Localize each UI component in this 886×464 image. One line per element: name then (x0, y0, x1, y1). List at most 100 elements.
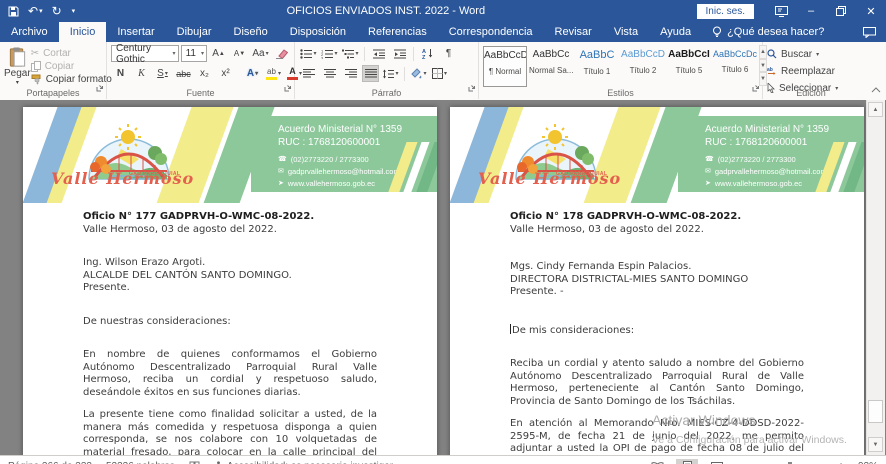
tab-disposicion[interactable]: Disposición (279, 22, 357, 42)
style-titulo-2[interactable]: AaBbCcD Título 2 (621, 46, 665, 87)
tab-inicio[interactable]: Inicio (59, 22, 107, 42)
clipboard-dialog-launcher[interactable] (96, 79, 104, 97)
multilevel-list-button[interactable]: ▾ (341, 45, 360, 62)
undo-dropdown-icon[interactable]: ▾ (39, 8, 43, 15)
line-spacing-button[interactable]: ▾ (381, 65, 400, 82)
change-case-button[interactable]: Aa▾ (251, 45, 270, 62)
shading-button[interactable]: ▾ (409, 65, 428, 82)
letter-paragraph: La presente tiene como finalidad solicit… (83, 409, 377, 455)
recipient-name: Mgs. Cindy Fernanda Espin Palacios. (510, 261, 804, 274)
recipient-salutation: Presente. (83, 282, 377, 295)
copy-button[interactable]: Copiar (31, 60, 112, 72)
text-cursor (510, 324, 511, 334)
document-page-1[interactable]: Acuerdo Ministerial N° 1359 RUC : 176812… (23, 107, 437, 455)
sign-in-button[interactable]: Inic. ses. (697, 4, 754, 19)
underline-button[interactable]: S▾ (153, 65, 172, 82)
align-center-button[interactable] (320, 65, 339, 82)
text-effects-button[interactable]: A▾ (243, 65, 262, 82)
scroll-up-button[interactable]: ▲ (868, 102, 883, 117)
sort-button[interactable]: AZ (418, 45, 437, 62)
scrollbar-thumb[interactable] (868, 400, 883, 423)
collapse-ribbon-button[interactable] (871, 80, 881, 98)
font-family-value: Century Gothic (116, 43, 173, 65)
bold-button[interactable]: N (111, 65, 130, 82)
replace-label: Reemplazar (781, 66, 835, 77)
document-page-2[interactable]: Acuerdo Ministerial N° 1359 RUC : 176812… (450, 107, 864, 455)
letter-body[interactable]: Oficio N° 177 GADPRVH-O-WMC-08-2022. Val… (23, 203, 437, 455)
copy-icon (31, 61, 41, 72)
ribbon-display-options-button[interactable] (766, 0, 796, 22)
scroll-down-button[interactable]: ▼ (868, 437, 883, 452)
tell-me-box[interactable]: ¿Qué desea hacer? (702, 22, 834, 42)
align-right-button[interactable] (341, 65, 360, 82)
close-button[interactable]: ✕ (856, 0, 886, 22)
change-case-label: Aa (252, 48, 264, 59)
font-family-combo[interactable]: Century Gothic▾ (111, 45, 179, 62)
strikethrough-button[interactable]: abc (174, 65, 193, 82)
letter-body[interactable]: Oficio N° 178 GADPRVH-O-WMC-08-2022. Val… (450, 203, 864, 455)
line-spacing-icon (382, 69, 394, 79)
borders-button[interactable]: ▾ (430, 65, 449, 82)
group-editing: Buscar▾ ab Reemplazar Seleccionar▾ Edici… (763, 42, 859, 99)
paragraph-dialog-launcher[interactable] (468, 79, 476, 97)
font-size-combo[interactable]: 11▾ (181, 45, 207, 62)
redo-button[interactable]: ↻ (52, 5, 62, 17)
undo-button[interactable]: ↶▾ (28, 5, 43, 17)
grow-font-button[interactable]: A▲ (209, 45, 228, 62)
minimize-button[interactable]: – (796, 0, 826, 22)
highlight-color-button[interactable]: ab▾ (264, 65, 283, 82)
group-font: Century Gothic▾ 11▾ A▲ A▼ Aa▾ N K S▾ abc… (107, 42, 295, 99)
italic-button[interactable]: K (132, 65, 151, 82)
font-dialog-launcher[interactable] (284, 79, 292, 97)
tab-vista[interactable]: Vista (603, 22, 649, 42)
align-center-icon (324, 69, 336, 78)
find-button[interactable]: Buscar▾ (767, 47, 856, 61)
replace-button[interactable]: ab Reemplazar (767, 64, 856, 78)
feedback-button[interactable] (853, 22, 886, 42)
numbering-button[interactable]: 123▾ (320, 45, 339, 62)
style-titulo-6[interactable]: AaBbCcDc Título 6 (713, 46, 757, 87)
title-bar: ↶▾ ↻ ▾ OFICIOS ENVIADOS INST. 2022 - Wor… (0, 0, 886, 22)
paste-dropdown-icon[interactable]: ▾ (16, 79, 19, 86)
shrink-font-button[interactable]: A▼ (230, 45, 249, 62)
letter-greeting: De mis consideraciones: (510, 324, 804, 338)
superscript-button[interactable]: x² (216, 65, 235, 82)
web-layout-button[interactable] (706, 459, 728, 464)
subscript-button[interactable]: x₂ (195, 65, 214, 82)
justify-icon (365, 69, 377, 78)
cut-button[interactable]: ✂ Cortar (31, 47, 112, 59)
style-normal-sa[interactable]: AaBbCc Normal Sa... (529, 46, 573, 87)
tab-insertar[interactable]: Insertar (106, 22, 165, 42)
justify-button[interactable] (362, 65, 379, 82)
increase-indent-button[interactable] (390, 45, 409, 62)
decrease-indent-button[interactable] (369, 45, 388, 62)
print-layout-button[interactable] (676, 459, 698, 464)
read-mode-button[interactable] (646, 459, 668, 464)
vertical-scrollbar[interactable]: ▲ ▼ (866, 100, 885, 455)
show-marks-button[interactable]: ¶ (439, 45, 458, 62)
style-normal[interactable]: AaBbCcD ¶ Normal (483, 46, 527, 87)
paste-button[interactable]: Pegar ▾ (4, 45, 31, 86)
increase-indent-icon (394, 49, 406, 59)
phone-icon: ☎ (705, 154, 714, 165)
styles-dialog-launcher[interactable] (752, 79, 760, 97)
tab-revisar[interactable]: Revisar (544, 22, 603, 42)
tab-correspondencia[interactable]: Correspondencia (438, 22, 544, 42)
mail-icon: ✉ (278, 166, 284, 177)
style-titulo-5[interactable]: AaBbCcI Título 5 (667, 46, 711, 87)
decrease-indent-icon (373, 49, 385, 59)
tab-referencias[interactable]: Referencias (357, 22, 438, 42)
bullets-button[interactable]: ▾ (299, 45, 318, 62)
tab-archivo[interactable]: Archivo (0, 22, 59, 42)
comment-icon (863, 27, 876, 38)
tab-ayuda[interactable]: Ayuda (649, 22, 702, 42)
tab-dibujar[interactable]: Dibujar (166, 22, 223, 42)
style-name: Normal Sa... (529, 66, 573, 75)
align-left-button[interactable] (299, 65, 318, 82)
style-titulo-1[interactable]: AaBbC Título 1 (575, 46, 619, 87)
restore-button[interactable] (826, 0, 856, 22)
clear-formatting-button[interactable] (272, 45, 291, 62)
save-button[interactable] (8, 6, 19, 17)
tab-diseno[interactable]: Diseño (223, 22, 279, 42)
phone-icon: ☎ (278, 154, 287, 165)
